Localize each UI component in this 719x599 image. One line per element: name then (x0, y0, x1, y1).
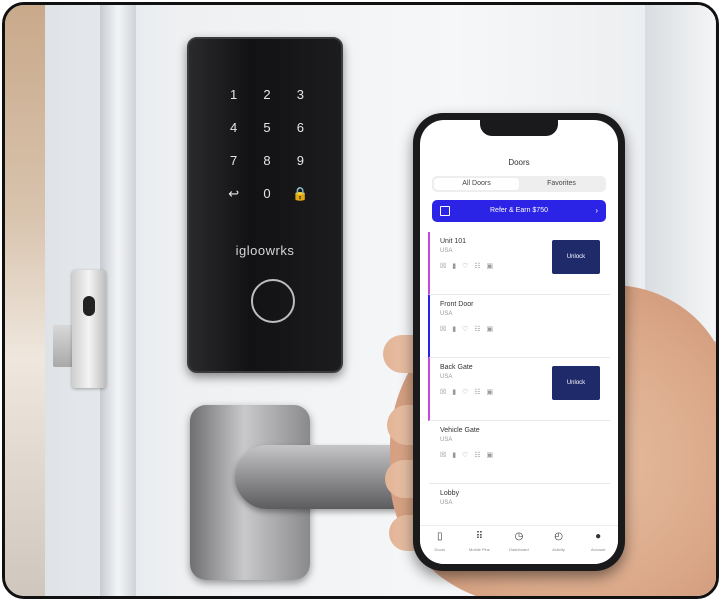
door-name: Vehicle Gate (440, 427, 480, 434)
door-name: Back Gate (440, 364, 473, 371)
bottom-tab-bar: ▯ Doors ⠿ Mobile Pins ◷ Dashboard ◴ Activity… (420, 525, 618, 564)
key-2: 2 (263, 87, 271, 102)
tabbar-mobile-pins[interactable]: ⠿ Mobile Pins (461, 526, 497, 564)
tabbar-label: Account (590, 547, 606, 552)
key-8: 8 (263, 153, 271, 168)
strike-plate (72, 270, 106, 388)
unlock-button[interactable]: Unlock (552, 366, 600, 400)
scene: 1 2 3 4 5 6 7 8 9 ↩ 0 🔒 igloowrks Doors … (5, 5, 716, 596)
tabbar-doors[interactable]: ▯ Doors (422, 526, 458, 564)
door-name: Lobby (440, 490, 460, 497)
door-country: USA (440, 248, 453, 254)
segmented-tabs: All Doors Favorites (432, 176, 606, 192)
door-list: Unit 101 USA ☒ ▮ ♡ ☷ ▣ Unlock Front Door… (428, 232, 610, 547)
phone-notch (480, 120, 558, 136)
back-key-icon: ↩ (228, 186, 240, 201)
door-status-icons: ☒ ▮ ♡ ☷ ▣ (440, 263, 496, 270)
tabbar-account[interactable]: ● Account (580, 526, 616, 564)
phone-screen: Doors All Doors Favorites Refer & Earn $… (420, 120, 618, 564)
keypad-keys: 1 2 3 4 5 6 7 8 9 ↩ 0 🔒 (217, 87, 317, 202)
door-row[interactable]: Unit 101 USA ☒ ▮ ♡ ☷ ▣ Unlock (428, 232, 610, 295)
tabbar-label: Doors (434, 547, 446, 552)
door-status-icons: ☒ ▮ ♡ ☷ ▣ (440, 389, 496, 396)
unlock-button[interactable]: Unlock (552, 240, 600, 274)
door-status-icons: ☒ ▮ ♡ ☷ ▣ (440, 452, 496, 459)
door-country: USA (440, 500, 453, 506)
door-name: Unit 101 (440, 238, 467, 245)
key-5: 5 (263, 120, 271, 135)
key-1: 1 (230, 87, 238, 102)
chevron-right-icon: › (595, 206, 598, 215)
key-0: 0 (263, 186, 271, 201)
door-name: Front Door (440, 301, 474, 308)
door-row[interactable]: Vehicle Gate USA ☒ ▮ ♡ ☷ ▣ (428, 421, 610, 484)
background-wall (5, 5, 45, 596)
key-4: 4 (230, 120, 238, 135)
door-status-icons: ☒ ▮ ♡ ☷ ▣ (440, 326, 496, 333)
smartphone: Doors All Doors Favorites Refer & Earn $… (413, 113, 625, 571)
door-icon: ▯ (437, 531, 443, 542)
key-9: 9 (296, 153, 304, 168)
keypad-icon: ⠿ (475, 531, 484, 542)
door-row[interactable]: Front Door USA ☒ ▮ ♡ ☷ ▣ (428, 295, 610, 358)
door-country: USA (440, 437, 453, 443)
refer-label: Refer & Earn $750 (490, 207, 548, 214)
tabbar-label: Dashboard (509, 547, 529, 552)
tabbar-activity[interactable]: ◴ Activity (541, 526, 577, 564)
refer-banner-button[interactable]: Refer & Earn $750 › (432, 200, 606, 222)
tabbar-label: Mobile Pins (469, 547, 490, 552)
clock-icon: ◴ (554, 531, 563, 542)
door-row[interactable]: Back Gate USA ☒ ▮ ♡ ☷ ▣ Unlock (428, 358, 610, 421)
dashboard-icon: ◷ (514, 531, 524, 542)
door-country: USA (440, 311, 453, 317)
smart-lock-keypad: 1 2 3 4 5 6 7 8 9 ↩ 0 🔒 igloowrks (187, 37, 343, 373)
key-7: 7 (230, 153, 238, 168)
strike-hole (83, 296, 95, 316)
fingerprint-sensor (251, 279, 295, 323)
tabbar-label: Activity (552, 547, 565, 552)
photo-frame: 1 2 3 4 5 6 7 8 9 ↩ 0 🔒 igloowrks Doors … (2, 2, 719, 599)
account-icon: ● (595, 531, 602, 542)
key-3: 3 (296, 87, 304, 102)
tab-all-doors[interactable]: All Doors (434, 178, 519, 190)
lock-key-icon: 🔒 (292, 186, 309, 201)
brand-logo: igloowrks (235, 243, 295, 258)
tabbar-dashboard[interactable]: ◷ Dashboard (501, 526, 537, 564)
door-country: USA (440, 374, 453, 380)
tab-favorites[interactable]: Favorites (519, 178, 604, 190)
page-title: Doors (508, 158, 530, 167)
key-6: 6 (296, 120, 304, 135)
